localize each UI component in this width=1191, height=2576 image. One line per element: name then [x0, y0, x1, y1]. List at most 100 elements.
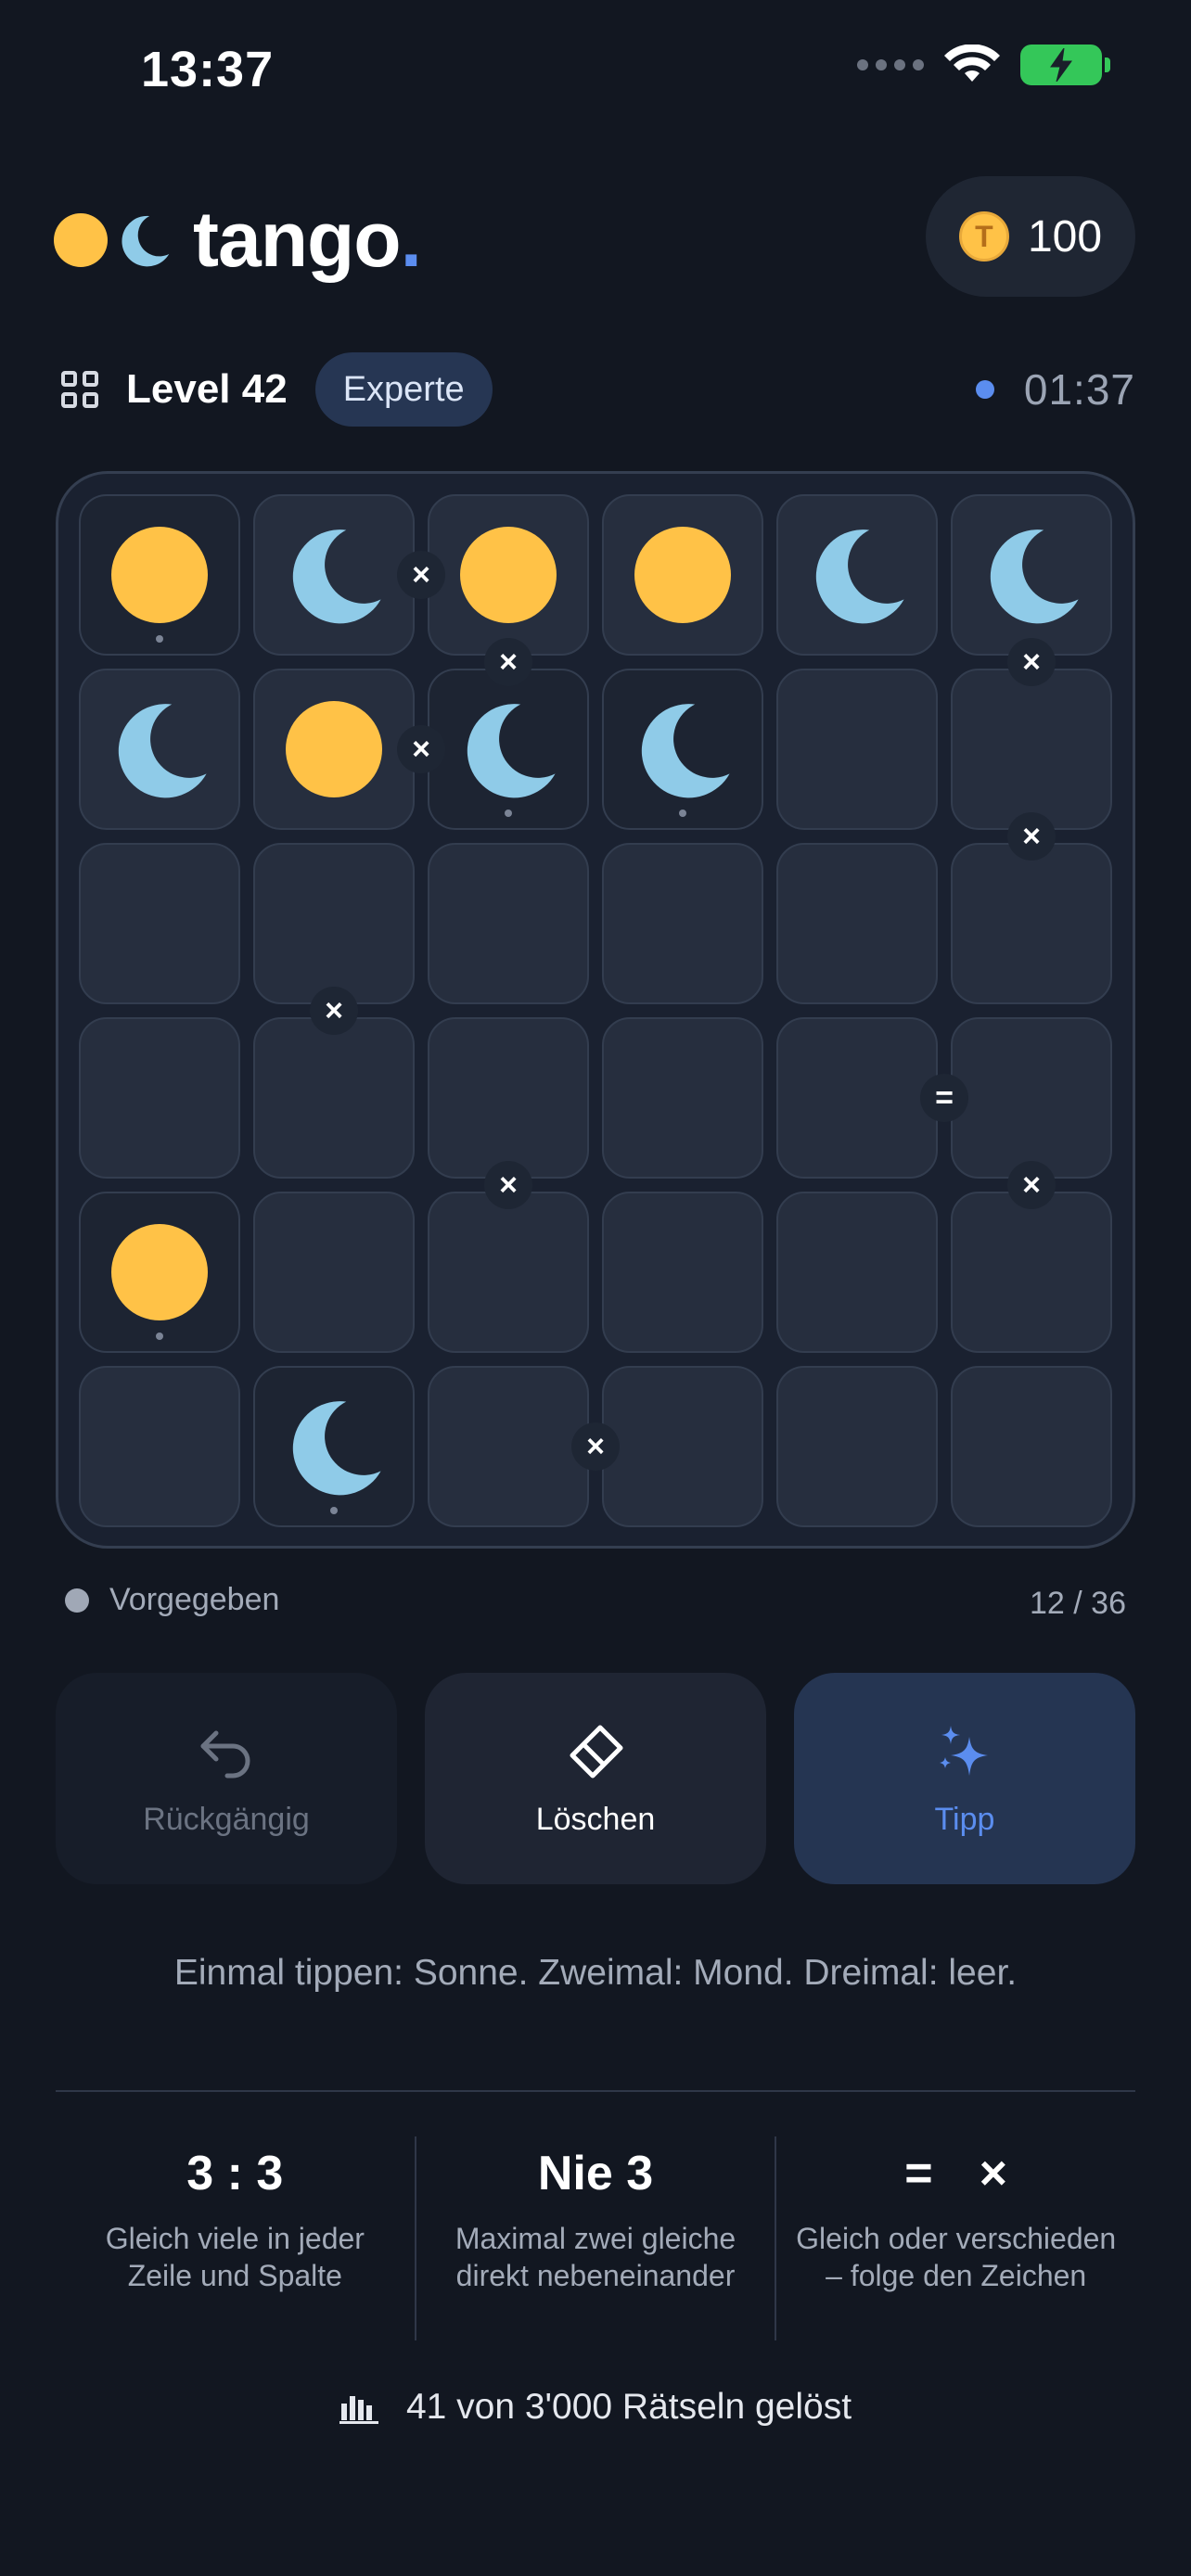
board-cell-r3c2[interactable] [253, 843, 415, 1004]
board-cell-r1c6[interactable] [951, 494, 1112, 656]
sun-logo-icon [54, 212, 108, 267]
given-dot-icon [330, 1507, 338, 1514]
board-cell-r2c2[interactable] [253, 669, 415, 830]
cellular-signal-icon [857, 59, 924, 70]
rule-title: = × [904, 2136, 1007, 2211]
erase-button[interactable]: Löschen [425, 1673, 766, 1884]
sparkles-icon [940, 1725, 988, 1776]
rule-balance: 3 : 3 Gleich viele in jeder Zeile und Sp… [56, 2136, 415, 2340]
rules-panel: 3 : 3 Gleich viele in jeder Zeile und Sp… [56, 2136, 1135, 2340]
board-cell-r2c3[interactable] [428, 669, 589, 830]
board-cell-r5c4[interactable] [602, 1192, 763, 1353]
board-cell-r4c2[interactable] [253, 1017, 415, 1179]
moon-icon [292, 1401, 381, 1496]
board-cell-r6c6[interactable] [951, 1366, 1112, 1527]
sun-icon [111, 527, 208, 623]
board-cell-r5c1[interactable] [79, 1192, 240, 1353]
board-cell-r6c1[interactable] [79, 1366, 240, 1527]
sun-icon [460, 527, 557, 623]
helper-text: Einmal tippen: Sonne. Zweimal: Mond. Dre… [173, 1953, 1018, 1993]
board-cell-r6c5[interactable] [776, 1366, 938, 1527]
timer-running-indicator [975, 380, 994, 399]
timer-value: 01:37 [1023, 365, 1135, 414]
board-cell-r2c4[interactable] [602, 669, 763, 830]
undo-label: Rückgängig [143, 1801, 310, 1837]
rule-title: 3 : 3 [186, 2147, 284, 2200]
board-cell-r5c3[interactable] [428, 1192, 589, 1353]
board-cell-r4c3[interactable] [428, 1017, 589, 1179]
board-cell-r3c4[interactable] [602, 843, 763, 1004]
board-cell-r3c6[interactable] [951, 843, 1112, 1004]
cross-sign: × [979, 2147, 1008, 2200]
undo-icon [200, 1730, 250, 1778]
cross-constraint-icon: × [484, 1161, 532, 1209]
level-grid-icon[interactable] [61, 371, 98, 408]
cross-constraint-icon: × [484, 638, 532, 686]
board-cell-r3c5[interactable] [776, 843, 938, 1004]
cross-constraint-icon: × [1007, 1161, 1056, 1209]
cross-constraint-icon: × [1007, 812, 1056, 861]
rule-title: Nie 3 [537, 2147, 654, 2200]
coin-balance[interactable]: T 100 [926, 176, 1135, 297]
board-cell-r1c2[interactable] [253, 494, 415, 656]
cross-constraint-icon: × [1007, 638, 1056, 686]
erase-label: Löschen [535, 1801, 656, 1837]
status-time: 13:37 [141, 42, 275, 97]
board-cell-r5c6[interactable] [951, 1192, 1112, 1353]
board-cell-r1c1[interactable] [79, 494, 240, 656]
board-cell-r4c4[interactable] [602, 1017, 763, 1179]
rule-signs: = × Gleich oder verschieden – folge den … [775, 2136, 1135, 2340]
status-icons [857, 45, 1110, 85]
moon-icon [815, 529, 904, 624]
undo-button[interactable]: Rückgängig [56, 1673, 397, 1884]
board-cell-r6c2[interactable] [253, 1366, 415, 1527]
hint-button[interactable]: Tipp [794, 1673, 1135, 1884]
cross-constraint-icon: × [397, 551, 445, 599]
hint-label: Tipp [934, 1801, 995, 1837]
rule-description: Maximal zwei gleiche direkt nebeneinande… [455, 2222, 736, 2292]
moon-logo-icon [122, 215, 170, 266]
sun-icon [286, 701, 382, 797]
moon-icon [467, 704, 556, 798]
rule-description: Gleich oder verschieden – folge den Zeic… [796, 2222, 1117, 2292]
legend: Vorgegeben [65, 1582, 279, 1618]
app-logo: tango. [54, 195, 422, 285]
difficulty-badge: Experte [314, 352, 493, 427]
board-cell-r3c3[interactable] [428, 843, 589, 1004]
eraser-icon [570, 1725, 623, 1778]
battery-charging-icon [1020, 45, 1110, 85]
coin-count: 100 [1027, 211, 1103, 261]
board-cell-r2c5[interactable] [776, 669, 938, 830]
level-label: Level 42 [126, 366, 288, 412]
board-cell-r5c5[interactable] [776, 1192, 938, 1353]
cross-constraint-icon: × [571, 1422, 620, 1471]
board-cell-r6c3[interactable] [428, 1366, 589, 1527]
board-cell-r1c5[interactable] [776, 494, 938, 656]
board-cell-r5c2[interactable] [253, 1192, 415, 1353]
legend-label: Vorgegeben [109, 1582, 280, 1617]
board-cell-r4c1[interactable] [79, 1017, 240, 1179]
fill-progress: 12 / 36 [1030, 1586, 1126, 1621]
equal-sign: = [904, 2147, 933, 2200]
board-cell-r4c6[interactable] [951, 1017, 1112, 1179]
given-dot-icon [679, 810, 686, 817]
board-cell-r1c4[interactable] [602, 494, 763, 656]
sun-icon [634, 527, 731, 623]
wifi-icon [944, 45, 1000, 82]
equal-constraint-icon: = [920, 1074, 968, 1122]
board-cell-r2c1[interactable] [79, 669, 240, 830]
logo-text: tango. [193, 196, 422, 283]
given-dot-icon [65, 1588, 89, 1613]
timer: 01:37 [975, 364, 1135, 414]
divider [56, 2090, 1135, 2092]
cross-constraint-icon: × [397, 725, 445, 773]
moon-icon [990, 529, 1079, 624]
board-cell-r3c1[interactable] [79, 843, 240, 1004]
board-cell-r6c4[interactable] [602, 1366, 763, 1527]
board-cell-r4c5[interactable] [776, 1017, 938, 1179]
stats-row[interactable]: 41 von 3'000 Rätseln gelöst [0, 2387, 1191, 2428]
action-bar: Rückgängig Löschen Tipp [56, 1673, 1135, 1884]
board-cell-r2c6[interactable] [951, 669, 1112, 830]
cross-constraint-icon: × [310, 987, 358, 1035]
board-cell-r1c3[interactable] [428, 494, 589, 656]
